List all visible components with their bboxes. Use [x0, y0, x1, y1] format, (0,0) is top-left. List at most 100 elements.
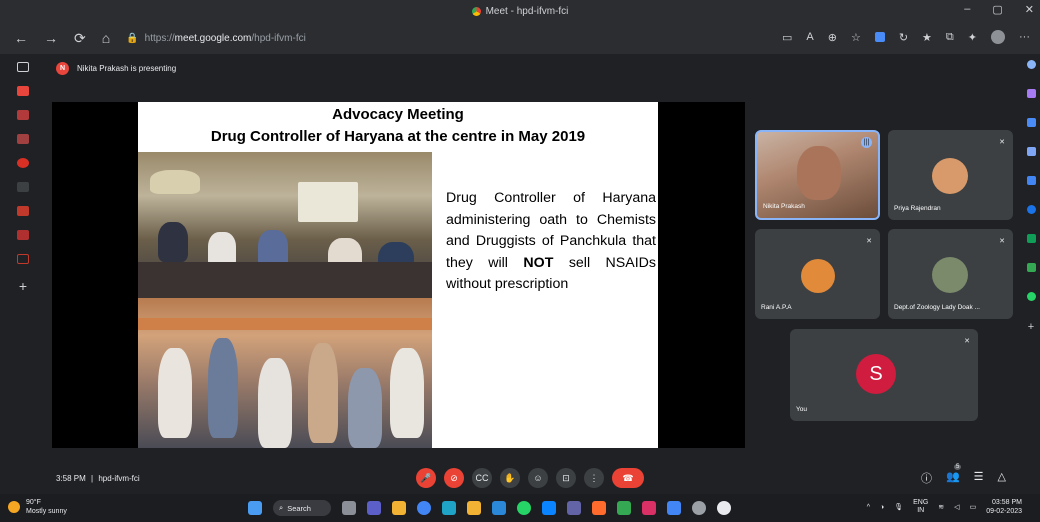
presenter-avatar: N — [56, 62, 69, 75]
explorer-icon[interactable] — [392, 501, 406, 515]
tab[interactable]: Meet - hpd-ifvm-fci — [471, 6, 568, 17]
slide-photo-oath — [138, 298, 432, 448]
more-options-button[interactable]: ⋮ — [584, 468, 604, 488]
info-button[interactable]: ⓘ — [921, 470, 932, 486]
slide-subtitle: Drug Controller of Haryana at the centre… — [210, 128, 586, 145]
chrome-icon[interactable] — [417, 501, 431, 515]
right-sidebar: + — [1022, 54, 1040, 494]
whatsapp-icon[interactable] — [517, 501, 531, 515]
network-icon[interactable]: ◑ — [880, 504, 884, 511]
search-icon[interactable] — [1026, 60, 1036, 69]
camera-toggle-button[interactable]: ⊘ — [444, 468, 464, 488]
pinned-icon-8[interactable] — [17, 254, 29, 264]
back-button[interactable]: ← — [14, 30, 28, 46]
pinned-icon-6[interactable] — [17, 206, 29, 216]
activities-button[interactable]: △ — [998, 470, 1006, 486]
self-tile[interactable]: ✕ S You — [790, 329, 978, 421]
app-icon-3[interactable] — [592, 501, 606, 515]
zoom-icon[interactable]: ⊕ — [828, 31, 837, 44]
mic-icon[interactable]: 🎙 — [894, 503, 903, 511]
slide-title: Advocacy Meeting — [332, 106, 464, 123]
url-field[interactable]: 🔒 https://meet.google.com/hpd-ifvm-fci — [126, 33, 306, 44]
app-icon-5[interactable] — [642, 501, 656, 515]
participant-tile[interactable]: ✕ Rani A.P.A — [755, 229, 880, 319]
whatsapp-icon[interactable] — [1026, 292, 1036, 301]
tools-icon[interactable] — [1026, 147, 1036, 156]
task-view-icon[interactable] — [342, 501, 356, 515]
mic-toggle-button[interactable]: 🎤 — [416, 468, 436, 488]
raise-hand-button[interactable]: ✋ — [500, 468, 520, 488]
participant-tile[interactable]: ||| Nikita Prakash — [755, 130, 880, 220]
captions-button[interactable]: CC — [472, 468, 492, 488]
mic-off-icon: ✕ — [964, 338, 970, 345]
search-box[interactable]: ⌕ Search — [273, 500, 331, 516]
chevron-up-icon[interactable]: ^ — [867, 504, 870, 511]
people-count-badge: 5 — [953, 464, 962, 470]
start-icon[interactable] — [248, 501, 262, 515]
reactions-button[interactable]: ☺ — [528, 468, 548, 488]
store-icon[interactable] — [492, 501, 506, 515]
add-tab-icon[interactable]: + — [19, 278, 27, 294]
edge-icon[interactable] — [442, 501, 456, 515]
mic-off-icon: ✕ — [999, 238, 1005, 245]
minimize-button[interactable]: – — [964, 3, 970, 16]
games-icon[interactable] — [1026, 176, 1036, 185]
office-icon[interactable] — [1026, 205, 1036, 214]
end-call-button[interactable]: ☎ — [612, 468, 644, 488]
app-icon-1[interactable] — [542, 501, 556, 515]
pinned-icon-5[interactable] — [17, 182, 29, 192]
extensions-icon[interactable]: ✦ — [968, 31, 977, 44]
participant-avatar — [932, 257, 968, 293]
slide: Advocacy Meeting Drug Controller of Hary… — [138, 102, 658, 448]
meeting-info: 3:58 PM | hpd-ifvm-fci — [56, 474, 140, 483]
restore-button[interactable]: ▢ — [992, 3, 1002, 16]
system-tray: ^ ◑ 🎙 ENG IN ≋ ◁ ▭ 03:58 PM 09-02-2023 — [867, 498, 1022, 516]
tabs-icon[interactable] — [17, 62, 29, 72]
refresh-icon[interactable]: ↻ — [899, 31, 908, 44]
weather-widget[interactable]: 90°F Mostly sunny — [8, 498, 67, 516]
pinned-icon-1[interactable] — [17, 86, 29, 96]
copilot-icon[interactable] — [1026, 89, 1036, 98]
app-icon-6[interactable] — [667, 501, 681, 515]
present-button[interactable]: ⊡ — [556, 468, 576, 488]
volume-icon[interactable]: ◁ — [954, 503, 959, 511]
extension-icon[interactable] — [874, 32, 885, 42]
reload-button[interactable]: ⟳ — [74, 30, 86, 47]
forward-button[interactable]: → — [44, 30, 58, 46]
pinned-icon-2[interactable] — [17, 110, 29, 120]
app-icon-8[interactable] — [717, 501, 731, 515]
self-avatar: S — [856, 354, 896, 394]
battery-icon[interactable]: ▭ — [970, 503, 977, 511]
outlook-icon[interactable] — [1026, 234, 1036, 243]
teams-icon[interactable] — [367, 501, 381, 515]
read-aloud-icon[interactable]: A — [806, 31, 813, 43]
participant-tile[interactable]: ✕ Dept.of Zoology Lady Doak ... — [888, 229, 1013, 319]
pinned-icon-4[interactable] — [17, 158, 29, 168]
folder-icon[interactable] — [467, 501, 481, 515]
shopping-icon[interactable] — [1026, 118, 1036, 127]
add-sidebar-icon[interactable]: + — [1028, 321, 1034, 333]
participant-tile[interactable]: ✕ Priya Rajendran — [888, 130, 1013, 220]
language-indicator[interactable]: ENG IN — [913, 499, 928, 515]
app-icon-7[interactable] — [692, 501, 706, 515]
app-icon-2[interactable] — [567, 501, 581, 515]
close-button[interactable]: ✕ — [1025, 3, 1034, 16]
window-titlebar: Meet - hpd-ifvm-fci – ▢ ✕ — [0, 0, 1040, 22]
sun-icon — [8, 501, 20, 513]
participant-name: Dept.of Zoology Lady Doak ... — [894, 304, 980, 311]
profile-avatar[interactable] — [991, 30, 1005, 44]
chat-button[interactable]: ☰ — [974, 470, 984, 486]
pinned-icon-7[interactable] — [17, 230, 29, 240]
taskbar-clock[interactable]: 03:58 PM 09-02-2023 — [986, 498, 1022, 516]
favorites-icon[interactable]: ★ — [922, 31, 932, 44]
favorite-icon[interactable]: ☆ — [851, 31, 861, 44]
more-icon[interactable]: ··· — [1019, 31, 1030, 43]
collections-icon[interactable]: ⧉ — [946, 31, 954, 44]
app-icon-4[interactable] — [617, 501, 631, 515]
home-button[interactable]: ⌂ — [102, 30, 110, 46]
camera-icon[interactable]: ▭ — [782, 31, 792, 44]
wifi-icon[interactable]: ≋ — [938, 503, 944, 511]
people-button[interactable]: 👥 5 — [946, 464, 962, 486]
pinned-icon-3[interactable] — [17, 134, 29, 144]
drop-icon[interactable] — [1026, 263, 1036, 272]
